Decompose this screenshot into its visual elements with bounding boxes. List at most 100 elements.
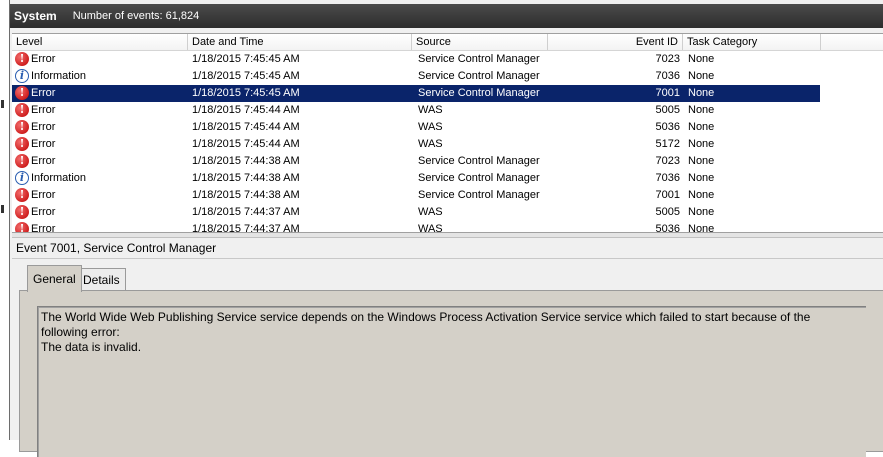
divider (12, 258, 883, 259)
cell-event-id: 5036 (655, 223, 680, 232)
table-row[interactable]: ! Error 1/18/2015 7:44:37 AM WAS 5036 None (12, 221, 883, 232)
info-icon: i (15, 171, 29, 185)
table-row[interactable]: ! Error 1/18/2015 7:44:38 AM Service Contro… (12, 187, 883, 204)
level-text: Error (31, 104, 56, 116)
column-headers: Level Date and Time Source Event ID Task… (12, 34, 883, 51)
cell-level: ! Error (14, 119, 186, 136)
cell-source: WAS (418, 104, 443, 116)
cell-date-time: 1/18/2015 7:45:45 AM (192, 53, 300, 65)
level-text: Error (31, 53, 56, 65)
level-text: Error (31, 138, 56, 150)
table-row[interactable]: ! Error 1/18/2015 7:45:44 AM WAS 5005 None (12, 102, 883, 119)
cell-level: i Information (14, 170, 186, 187)
cell-event-id: 7036 (655, 172, 680, 184)
cell-date-time: 1/18/2015 7:44:38 AM (192, 189, 300, 201)
cell-task-category: None (688, 138, 715, 150)
cell-level: ! Error (14, 136, 186, 153)
cell-source: Service Control Manager (418, 70, 540, 82)
cell-event-id: 5036 (655, 121, 680, 133)
table-row[interactable]: ! Error 1/18/2015 7:45:44 AM WAS 5172 None (12, 136, 883, 153)
log-header: System Number of events: 61,824 (10, 4, 883, 28)
cell-date-time: 1/18/2015 7:45:45 AM (192, 87, 300, 99)
info-icon: i (15, 69, 29, 83)
table-row[interactable]: ! Error 1/18/2015 7:45:45 AM Service Contro… (12, 85, 883, 102)
table-row[interactable]: ! Error 1/18/2015 7:45:44 AM WAS 5036 None (12, 119, 883, 136)
cell-task-category: None (688, 189, 715, 201)
error-icon: ! (15, 120, 29, 134)
column-header-task-category[interactable]: Task Category (683, 34, 821, 50)
cell-task-category: None (688, 206, 715, 218)
table-row[interactable]: ! Error 1/18/2015 7:45:45 AM Service Contro… (12, 51, 883, 68)
cell-date-time: 1/18/2015 7:45:44 AM (192, 138, 300, 150)
error-icon: ! (15, 137, 29, 151)
table-row[interactable]: ! Error 1/18/2015 7:44:38 AM Service Contro… (12, 153, 883, 170)
cell-date-time: 1/18/2015 7:44:37 AM (192, 206, 300, 218)
table-row[interactable]: ! Error 1/18/2015 7:44:37 AM WAS 5005 None (12, 204, 883, 221)
error-icon: ! (15, 188, 29, 202)
cell-source: Service Control Manager (418, 189, 540, 201)
cell-task-category: None (688, 223, 715, 232)
error-icon: ! (15, 154, 29, 168)
cell-event-id: 5005 (655, 206, 680, 218)
cell-task-category: None (688, 104, 715, 116)
cell-date-time: 1/18/2015 7:45:44 AM (192, 104, 300, 116)
cell-level: ! Error (14, 221, 186, 232)
cell-date-time: 1/18/2015 7:44:38 AM (192, 155, 300, 167)
error-icon: ! (15, 222, 29, 232)
error-icon: ! (15, 86, 29, 100)
cell-source: WAS (418, 206, 443, 218)
column-header-date-time[interactable]: Date and Time (188, 34, 412, 50)
cell-source: WAS (418, 138, 443, 150)
level-text: Information (31, 70, 87, 82)
error-icon: ! (15, 103, 29, 117)
cell-source: WAS (418, 121, 443, 133)
cell-date-time: 1/18/2015 7:44:37 AM (192, 223, 300, 232)
event-count: Number of events: 61,824 (72, 10, 200, 22)
cell-date-time: 1/18/2015 7:45:44 AM (192, 121, 300, 133)
cell-task-category: None (688, 155, 715, 167)
column-header-event-id[interactable]: Event ID (548, 34, 683, 50)
level-text: Error (31, 87, 56, 99)
cell-task-category: None (688, 70, 715, 82)
level-text: Error (31, 206, 56, 218)
cell-source: Service Control Manager (418, 53, 540, 65)
table-row[interactable]: i Information 1/18/2015 7:44:38 AM Service … (12, 170, 883, 187)
tab-details[interactable]: Details (77, 268, 126, 291)
cell-event-id: 7023 (655, 53, 680, 65)
table-row[interactable]: i Information 1/18/2015 7:45:45 AM Service … (12, 68, 883, 85)
cell-event-id: 5172 (655, 138, 680, 150)
error-icon: ! (15, 52, 29, 66)
level-text: Information (31, 172, 87, 184)
tab-general[interactable]: General (27, 265, 82, 292)
cell-level: ! Error (14, 187, 186, 204)
column-header-level[interactable]: Level (12, 34, 188, 50)
cell-task-category: None (688, 121, 715, 133)
cell-level: ! Error (14, 204, 186, 221)
events-grid[interactable]: Level Date and Time Source Event ID Task… (12, 33, 883, 232)
cell-task-category: None (688, 53, 715, 65)
event-viewer-panel: System Number of events: 61,824 Level Da… (9, 0, 883, 457)
level-text: Error (31, 223, 56, 232)
cell-date-time: 1/18/2015 7:44:38 AM (192, 172, 300, 184)
cell-level: ! Error (14, 51, 186, 68)
cell-level: ! Error (14, 153, 186, 170)
event-message-box[interactable]: The World Wide Web Publishing Service se… (37, 306, 866, 457)
cell-level: ! Error (14, 102, 186, 119)
general-tab-pane: The World Wide Web Publishing Service se… (19, 290, 883, 457)
splitter-grip (1, 205, 4, 213)
event-message-text: The World Wide Web Publishing Service se… (41, 310, 811, 354)
cell-date-time: 1/18/2015 7:45:45 AM (192, 70, 300, 82)
level-text: Error (31, 155, 56, 167)
cell-event-id: 7023 (655, 155, 680, 167)
event-detail-title: Event 7001, Service Control Manager (16, 241, 217, 255)
cell-level: ! Error (14, 85, 186, 102)
cell-event-id: 7001 (655, 189, 680, 201)
column-header-source[interactable]: Source (412, 34, 548, 50)
cell-event-id: 5005 (655, 104, 680, 116)
left-edge (0, 0, 9, 440)
cell-task-category: None (688, 87, 715, 99)
cell-source: Service Control Manager (418, 155, 540, 167)
event-rows: ! Error 1/18/2015 7:45:45 AM Service Contro… (12, 51, 883, 232)
log-title: System (14, 9, 57, 23)
cell-source: WAS (418, 223, 443, 232)
